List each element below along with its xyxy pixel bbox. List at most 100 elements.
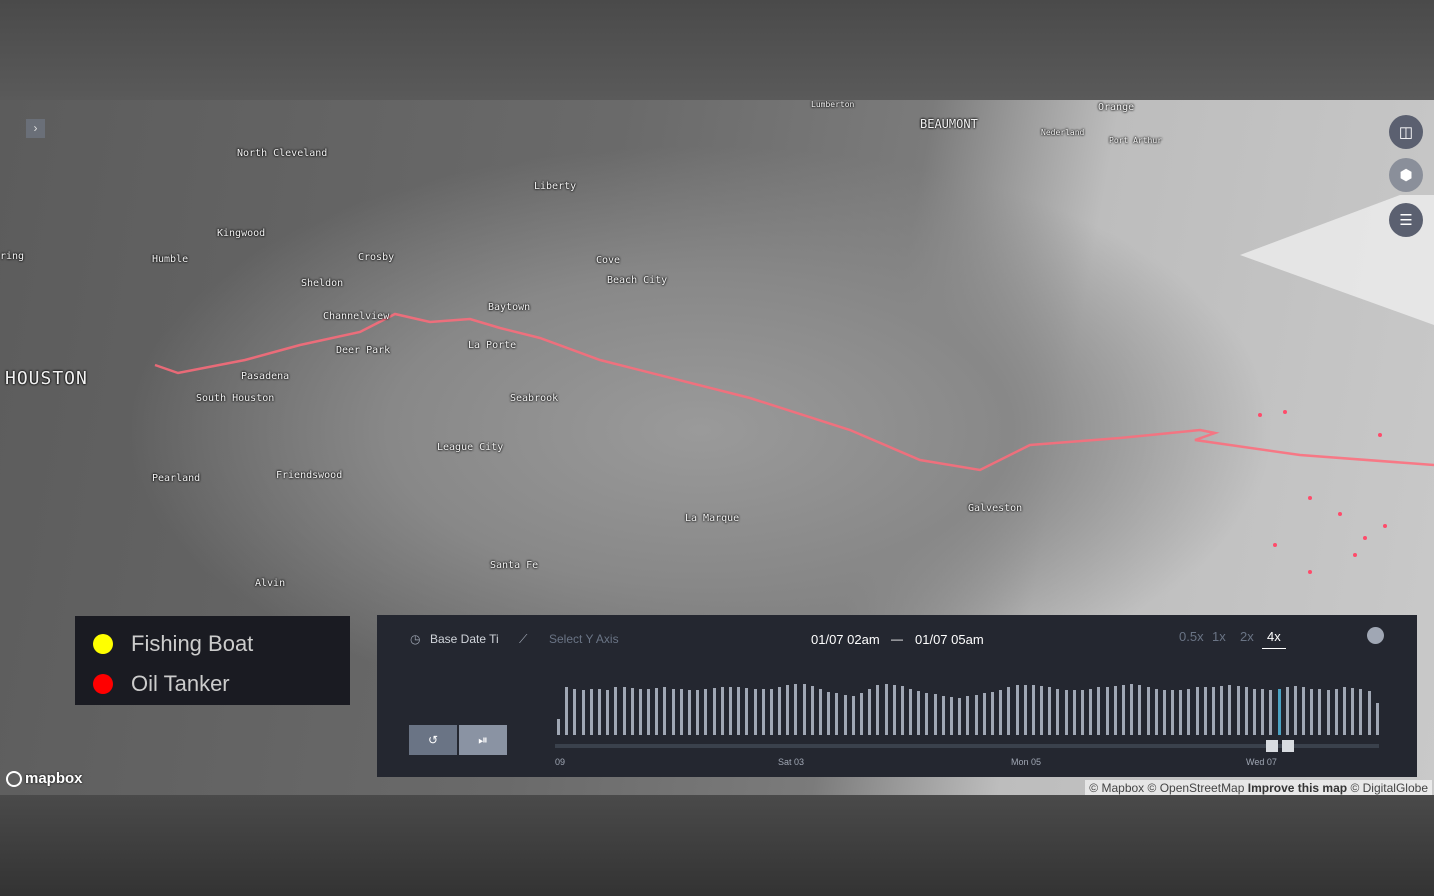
- map-label: Alvin: [255, 578, 286, 589]
- histogram-bar: [1146, 687, 1150, 735]
- map-label: La Porte: [468, 340, 517, 351]
- speed-option[interactable]: 1x: [1212, 629, 1226, 644]
- histogram-bar: [1310, 688, 1314, 735]
- histogram-bar: [892, 684, 896, 735]
- sidebar-toggle-button[interactable]: ›: [26, 119, 45, 138]
- histogram-bar: [876, 685, 880, 735]
- time-window-end: 01/07 05am: [915, 632, 984, 647]
- split-map-icon: ◫: [1398, 124, 1414, 141]
- histogram-bar: [1285, 687, 1289, 735]
- map-label: Beach City: [607, 275, 668, 286]
- histogram-bar: [1220, 686, 1224, 735]
- histogram-bar: [1195, 687, 1199, 735]
- histogram-bar: [1203, 687, 1207, 735]
- histogram-bar: [1056, 689, 1060, 735]
- histogram-bar: [712, 688, 716, 735]
- mapbox-logo-text: mapbox: [25, 770, 83, 787]
- histogram-bar: [1359, 689, 1363, 735]
- histogram-bar: [1048, 687, 1052, 735]
- histogram-bar: [745, 688, 749, 735]
- histogram-bar: [1244, 687, 1248, 735]
- time-field-selector[interactable]: Base Date Ti: [430, 632, 499, 646]
- letterbox-top: [0, 0, 1434, 100]
- map-legend-button[interactable]: ☰: [1389, 203, 1423, 237]
- histogram-bar: [990, 691, 994, 735]
- oil-tanker-route: [154, 312, 1434, 472]
- histogram-bar: [581, 689, 585, 735]
- map-label: Deer Park: [336, 345, 391, 356]
- histogram-bar: [1367, 690, 1371, 735]
- map-label: Humble: [152, 254, 189, 265]
- histogram-bar: [622, 687, 626, 735]
- legend-list-icon: ☰: [1399, 212, 1413, 229]
- histogram-bar: [999, 689, 1003, 735]
- axis-tick: Wed 07: [1246, 757, 1277, 767]
- histogram-bar: [1212, 686, 1215, 735]
- split-map-button[interactable]: ◫: [1389, 115, 1423, 149]
- histogram-bar: [761, 689, 765, 735]
- map-label: HOUSTON: [5, 368, 88, 389]
- histogram-bar: [1081, 689, 1084, 735]
- axis-tick: Sat 03: [778, 757, 805, 767]
- time-slider-track[interactable]: [555, 744, 1379, 748]
- histogram-bar: [696, 690, 700, 735]
- 3d-view-button[interactable]: ⬢: [1389, 158, 1423, 192]
- histogram-bar: [1031, 685, 1035, 735]
- map-canvas[interactable]: HOUSTON BEAUMONT North Cleveland Liberty…: [0, 100, 1434, 795]
- speed-option[interactable]: 0.5x: [1179, 629, 1204, 644]
- map-legend: Fishing Boat Oil Tanker: [75, 616, 350, 705]
- y-axis-selector[interactable]: Select Y Axis: [549, 632, 619, 646]
- mapbox-logo[interactable]: mapbox: [6, 770, 83, 787]
- legend-label: Oil Tanker: [131, 671, 230, 696]
- histogram-bar: [1113, 686, 1117, 735]
- histogram-bar: [573, 689, 577, 735]
- axis-tick: Mon 05: [1011, 757, 1042, 767]
- map-label: La Marque: [685, 513, 740, 524]
- map-label: Santa Fe: [490, 560, 539, 571]
- histogram-bar: [925, 692, 929, 735]
- map-label: Sheldon: [301, 278, 344, 289]
- histogram-bar: [933, 693, 937, 735]
- legend-item-fishing-boat: Fishing Boat: [93, 624, 350, 664]
- histogram-bar: [630, 688, 634, 735]
- histogram-bar: [647, 688, 651, 735]
- line-chart-icon: ⟋: [519, 632, 528, 646]
- histogram-bar: [679, 689, 683, 735]
- time-window-start: 01/07 02am: [811, 632, 880, 647]
- digitalglobe-link[interactable]: © DigitalGlobe: [1350, 781, 1428, 795]
- histogram-bar: [671, 688, 675, 735]
- histogram-bar: [958, 697, 962, 735]
- reset-button[interactable]: ↺: [409, 725, 457, 755]
- map-label: BEAUMONT: [920, 117, 978, 131]
- map-label: Cove: [596, 255, 621, 266]
- settings-icon[interactable]: [1367, 627, 1384, 644]
- histogram-bar: [1277, 688, 1281, 735]
- histogram-bar: [1040, 686, 1044, 735]
- histogram-bar: [1334, 688, 1338, 735]
- histogram-bar: [1236, 686, 1240, 735]
- histogram-bar: [859, 692, 863, 735]
- time-slider-handle-end[interactable]: [1282, 740, 1295, 752]
- histogram: [557, 681, 1379, 735]
- histogram-bar: [810, 686, 814, 735]
- histogram-bar: [851, 696, 855, 735]
- mapbox-link[interactable]: © Mapbox: [1089, 781, 1144, 795]
- time-slider-handle-start[interactable]: [1265, 740, 1278, 752]
- histogram-bar: [819, 689, 822, 735]
- speed-option-active[interactable]: 4x: [1262, 629, 1286, 649]
- histogram-bar: [1097, 687, 1101, 735]
- osm-link[interactable]: © OpenStreetMap: [1148, 781, 1245, 795]
- play-pause-button[interactable]: ⏯: [459, 725, 507, 755]
- attribution: © Mapbox © OpenStreetMap Improve this ma…: [1085, 780, 1432, 795]
- improve-map-link[interactable]: Improve this map: [1248, 781, 1347, 795]
- yellow-dot-icon: [93, 634, 113, 654]
- histogram-bar: [941, 695, 945, 735]
- histogram-bar: [1187, 688, 1191, 735]
- speed-option[interactable]: 2x: [1240, 629, 1254, 644]
- histogram-bar: [900, 686, 904, 735]
- histogram-bar: [1269, 689, 1273, 735]
- histogram-bar: [557, 718, 560, 735]
- histogram-bar: [1130, 684, 1134, 735]
- map-label: Nederland: [1041, 128, 1085, 137]
- time-separator: —: [891, 632, 903, 646]
